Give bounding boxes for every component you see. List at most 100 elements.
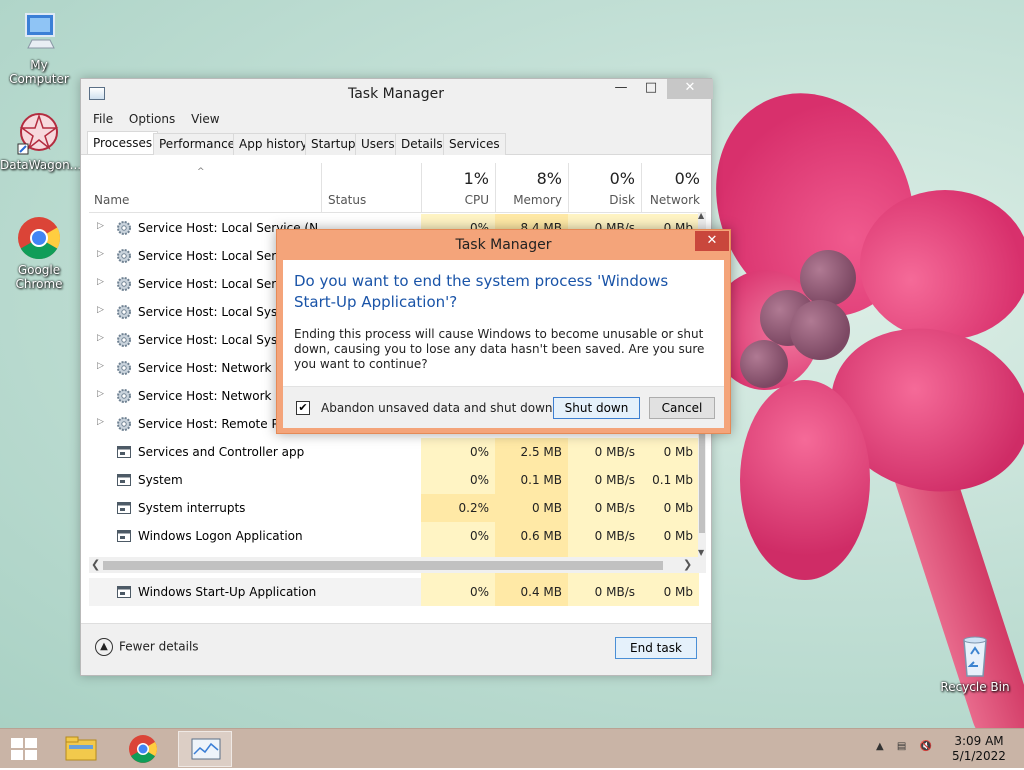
cpu-cell: 0% (421, 466, 495, 494)
clock-time: 3:09 AM (954, 734, 1004, 748)
expand-chevron-icon[interactable]: ▷ (97, 333, 104, 343)
gear-icon (117, 417, 131, 431)
table-row[interactable]: Services and Controller app 0% 2.5 MB 0 MB/… (89, 438, 699, 466)
tab-users[interactable]: Users (355, 133, 401, 155)
desktop-icon-datawagon[interactable]: DataWagon... (0, 110, 81, 172)
column-status: Status (328, 193, 367, 207)
column-cpu[interactable]: 1% CPU (421, 163, 495, 213)
show-hidden-icons-icon[interactable]: ▲ (876, 741, 884, 752)
horizontal-scrollbar[interactable]: ❮ ❯ (89, 557, 706, 573)
tab-services[interactable]: Services (443, 133, 506, 155)
expand-chevron-icon[interactable]: ▷ (97, 417, 104, 427)
flower-petal (860, 190, 1024, 340)
cpu-label: CPU (464, 193, 489, 207)
app-window-icon (117, 586, 131, 598)
memory-cell: 0.4 MB (495, 578, 568, 606)
disk-cell: 0 MB/s (568, 578, 641, 606)
fewer-details-label: Fewer details (119, 639, 199, 654)
tab-performance[interactable]: Performance (153, 133, 242, 155)
memory-label: Memory (513, 193, 562, 207)
cancel-button[interactable]: Cancel (649, 397, 715, 419)
scroll-left-icon[interactable]: ❮ (91, 558, 100, 571)
chrome-icon (18, 217, 61, 260)
table-row[interactable]: Windows Logon Application 0% 0.6 MB 0 MB/s 0… (89, 522, 699, 550)
gear-icon (117, 333, 131, 347)
menu-view[interactable]: View (185, 109, 225, 129)
expand-chevron-icon[interactable]: ▷ (97, 361, 104, 371)
taskbar-chrome[interactable] (116, 731, 170, 767)
app-window-icon (117, 530, 131, 542)
end-task-button[interactable]: End task (615, 637, 697, 659)
expand-chevron-icon[interactable]: ▷ (97, 389, 104, 399)
expand-chevron-icon[interactable]: ▷ (97, 221, 104, 231)
taskbar-clock[interactable]: 3:09 AM 5/1/2022 (944, 734, 1014, 764)
disk-label: Disk (609, 193, 635, 207)
sort-arrow-icon[interactable]: ^ (197, 167, 205, 177)
memory-cell: 0.6 MB (495, 522, 568, 550)
column-name[interactable]: Name (94, 193, 129, 207)
tab-processes[interactable]: Processes (87, 131, 159, 154)
scroll-down-icon[interactable]: ▼ (698, 548, 704, 557)
table-row[interactable]: System interrupts 0.2% 0 MB 0 MB/s 0 Mb (89, 494, 699, 522)
cpu-cell: 0% (421, 522, 495, 550)
column-network[interactable]: 0% Network (641, 163, 706, 213)
tab-startup[interactable]: Startup (305, 133, 362, 155)
system-tray: ▲ ▤ 🔇 (876, 741, 932, 752)
expand-chevron-icon[interactable]: ▷ (97, 277, 104, 287)
gear-icon (117, 277, 131, 291)
network-icon[interactable]: ▤ (897, 741, 906, 752)
desktop-icon-my-computer[interactable]: My Computer (0, 10, 78, 86)
chevron-up-icon: ▲ (95, 638, 113, 656)
taskbar: ▲ ▤ 🔇 3:09 AM 5/1/2022 (0, 728, 1024, 768)
minimize-button[interactable]: — (606, 79, 636, 99)
title-bar[interactable]: Task Manager — □ ✕ (81, 79, 713, 109)
close-button[interactable]: ✕ (667, 79, 713, 99)
fewer-details-button[interactable]: ▲ Fewer details (95, 638, 199, 656)
memory-cell: 0 MB (495, 494, 568, 522)
app-window-icon (117, 502, 131, 514)
expand-chevron-icon[interactable]: ▷ (97, 249, 104, 259)
disk-cell: 0 MB/s (568, 522, 641, 550)
process-name: System (138, 473, 183, 487)
taskbar-task-manager[interactable] (178, 731, 232, 767)
gear-icon (117, 389, 131, 403)
horizontal-scroll-thumb[interactable] (103, 561, 663, 570)
desktop-icon-google-chrome[interactable]: Google Chrome (0, 215, 78, 291)
volume-muted-icon[interactable]: 🔇 (920, 741, 932, 752)
expand-chevron-icon[interactable]: ▷ (97, 305, 104, 315)
column-status-header[interactable]: Status (321, 163, 421, 213)
cpu-cell: 0.2% (421, 494, 495, 522)
scroll-up-icon[interactable]: ▲ (698, 211, 704, 220)
windows-logo-icon (25, 750, 37, 760)
disk-cell: 0 MB/s (568, 466, 641, 494)
start-button[interactable] (11, 738, 37, 760)
windows-logo-icon (11, 738, 23, 748)
cpu-total: 1% (463, 169, 489, 188)
datawagon-icon (17, 113, 59, 155)
task-manager-footer: ▲ Fewer details End task (81, 623, 711, 675)
desktop-icon-recycle-bin[interactable]: Recycle Bin (936, 632, 1014, 694)
table-row[interactable]: System 0% 0.1 MB 0 MB/s 0.1 Mb (89, 466, 699, 494)
scroll-right-icon[interactable]: ❯ (683, 558, 692, 571)
network-label: Network (649, 193, 700, 207)
table-row[interactable]: Windows Start-Up Application 0% 0.4 MB 0 MB… (89, 578, 699, 606)
menu-options[interactable]: Options (123, 109, 181, 129)
app-window-icon (117, 474, 131, 486)
taskbar-file-explorer[interactable] (54, 731, 108, 767)
menu-file[interactable]: File (87, 109, 119, 129)
shut-down-button[interactable]: Shut down (553, 397, 640, 419)
clock-date: 5/1/2022 (952, 749, 1006, 763)
computer-icon (25, 13, 55, 49)
dialog-close-button[interactable]: ✕ (695, 231, 729, 251)
app-window-icon (117, 446, 131, 458)
abandon-data-label[interactable]: Abandon unsaved data and shut down. (321, 401, 556, 415)
tab-details[interactable]: Details (395, 133, 449, 155)
column-disk[interactable]: 0% Disk (568, 163, 641, 213)
tab-app-history[interactable]: App history (233, 133, 314, 155)
process-name: Services and Controller app (138, 445, 305, 459)
maximize-button[interactable]: □ (636, 79, 666, 99)
chrome-icon (129, 735, 157, 763)
folder-icon (65, 736, 97, 761)
column-memory[interactable]: 8% Memory (495, 163, 568, 213)
abandon-data-checkbox[interactable]: ✔ (296, 401, 310, 415)
